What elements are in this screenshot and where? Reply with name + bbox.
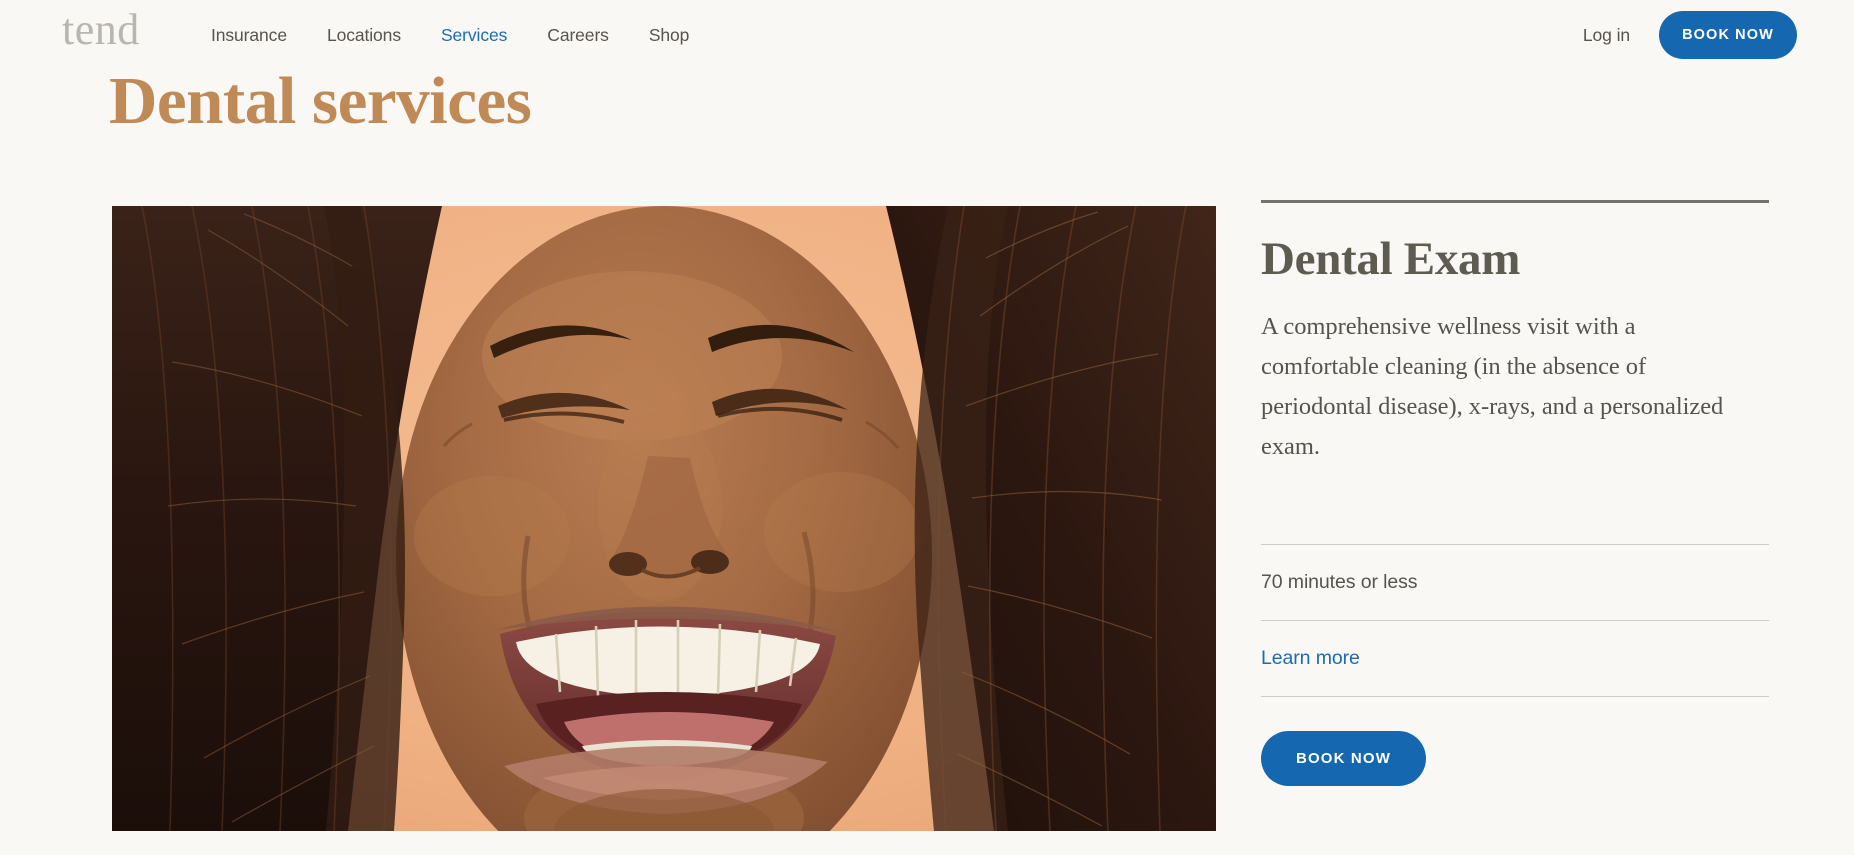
divider-above-cta (1261, 695, 1769, 697)
service-card: Dental Exam A comprehensive wellness vis… (0, 0, 1854, 855)
service-photo (112, 206, 1216, 831)
service-description: A comprehensive wellness visit with a co… (1261, 312, 1724, 460)
service-duration: 70 minutes or less (1261, 570, 1418, 593)
learn-more-row: Learn more (1261, 621, 1769, 696)
service-cta-row: BOOK NOW (1261, 730, 1769, 786)
book-now-button-service[interactable]: BOOK NOW (1261, 730, 1426, 786)
service-info-panel: Dental Exam A comprehensive wellness vis… (1261, 200, 1769, 786)
service-duration-row: 70 minutes or less (1261, 545, 1769, 620)
service-name: Dental Exam (1261, 233, 1521, 285)
divider-top (1261, 200, 1769, 203)
learn-more-link[interactable]: Learn more (1261, 647, 1360, 670)
service-photo-illustration (112, 206, 1216, 831)
